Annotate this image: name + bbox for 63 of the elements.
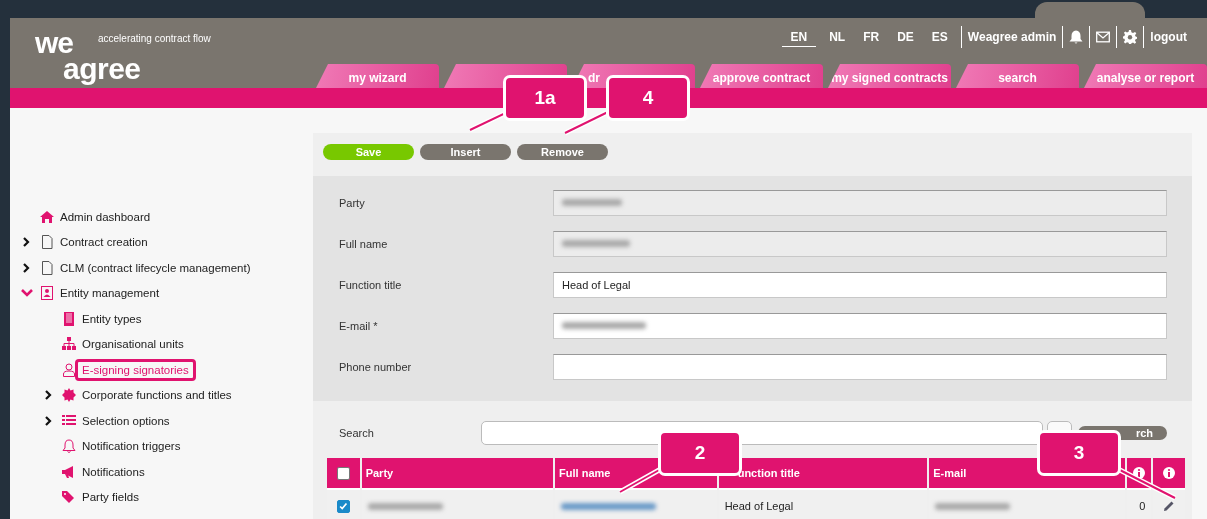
tag-icon bbox=[62, 490, 76, 505]
nav-tab[interactable]: approve contract bbox=[700, 64, 823, 88]
field-label: Phone number bbox=[339, 360, 413, 373]
document-icon bbox=[40, 260, 54, 275]
logo-tagline: accelerating contract flow bbox=[98, 33, 211, 44]
callout-tooltip: 3 bbox=[1037, 430, 1121, 476]
sidebar-item[interactable]: Corporate functions and titles bbox=[75, 384, 239, 407]
sidebar-item[interactable]: Organisational units bbox=[75, 333, 191, 356]
input-field[interactable] bbox=[553, 312, 1167, 339]
sidebar-item[interactable]: Contract creation bbox=[53, 231, 155, 254]
remove-button[interactable]: Remove bbox=[517, 144, 608, 160]
megaphone-icon bbox=[62, 464, 76, 479]
language-link[interactable]: FR bbox=[854, 28, 889, 46]
field-label: E-mail * bbox=[339, 319, 379, 332]
info-icon[interactable] bbox=[1163, 467, 1176, 479]
chevron-down-icon[interactable] bbox=[20, 288, 34, 299]
sidebar-item[interactable]: Notification triggers bbox=[75, 435, 188, 458]
sitemap-icon bbox=[62, 337, 76, 352]
nav-tab[interactable]: my wizard bbox=[316, 64, 439, 88]
sidebar-item[interactable]: Entity types bbox=[75, 307, 149, 330]
bell-icon[interactable] bbox=[1069, 30, 1084, 44]
row-checkbox[interactable] bbox=[336, 499, 350, 513]
sidebar-item[interactable]: E-signing signatories bbox=[75, 358, 196, 381]
language-link[interactable]: NL bbox=[820, 28, 855, 46]
input-field[interactable] bbox=[553, 353, 1167, 380]
field-label: Party bbox=[339, 196, 366, 209]
sidebar-item[interactable]: Notifications bbox=[75, 460, 152, 483]
info-icon[interactable] bbox=[1132, 467, 1145, 479]
badge-icon bbox=[62, 388, 76, 403]
sidebar-item[interactable]: Entity management bbox=[53, 282, 167, 305]
sidebar-item[interactable]: Selection options bbox=[75, 409, 177, 432]
input-field[interactable]: Head of Legal bbox=[553, 271, 1167, 298]
user-name[interactable]: Weagree admin bbox=[965, 30, 1059, 44]
field-label: Function title bbox=[339, 278, 403, 291]
home-icon bbox=[40, 209, 54, 224]
search-label: Search bbox=[339, 427, 375, 439]
sidebar-item[interactable]: Party fields bbox=[75, 486, 146, 509]
envelope-icon[interactable] bbox=[1096, 30, 1111, 44]
sidebar-item[interactable]: Admin dashboard bbox=[53, 205, 158, 228]
column-header[interactable]: unction title bbox=[718, 458, 928, 488]
language-link[interactable]: EN bbox=[781, 27, 817, 47]
building-icon bbox=[62, 311, 76, 326]
contact-card-icon bbox=[40, 286, 54, 301]
nav-tab[interactable]: analyse or report bbox=[1084, 64, 1207, 88]
bell-icon bbox=[62, 439, 76, 454]
insert-button[interactable]: Insert bbox=[420, 144, 511, 160]
column-header[interactable]: Party bbox=[361, 458, 554, 488]
field-label: Full name bbox=[339, 237, 389, 250]
select-all-checkbox[interactable] bbox=[336, 466, 350, 480]
callout-tooltip: 1a bbox=[503, 75, 587, 121]
search-field[interactable] bbox=[481, 421, 1043, 445]
nav-tab[interactable]: search bbox=[956, 64, 1079, 88]
pencil-icon[interactable] bbox=[1163, 500, 1176, 512]
logout-link[interactable]: logout bbox=[1148, 30, 1189, 44]
list-icon bbox=[62, 413, 76, 428]
settings-icon[interactable] bbox=[1123, 30, 1138, 44]
document-icon bbox=[40, 235, 54, 250]
logo-text: we bbox=[35, 30, 74, 56]
sidebar-item[interactable]: CLM (contract lifecycle management) bbox=[53, 256, 258, 279]
user-icon bbox=[62, 362, 76, 377]
language-link[interactable]: DE bbox=[888, 28, 923, 46]
language-link[interactable]: ES bbox=[922, 28, 957, 46]
callout-tooltip: 4 bbox=[606, 75, 690, 121]
